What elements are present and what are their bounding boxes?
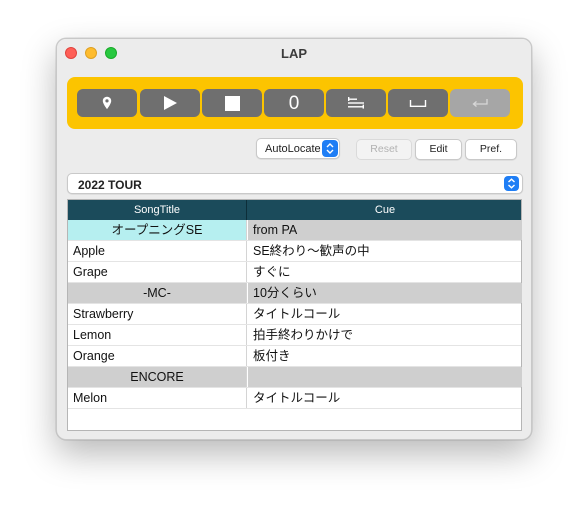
location-pin-icon (102, 96, 112, 110)
space-key-icon (409, 100, 427, 107)
list-icon (348, 97, 364, 109)
transport-bar: 0 (67, 77, 523, 129)
song-title-cell[interactable]: ENCORE (68, 367, 247, 387)
table-row[interactable]: Orange 板付き (68, 346, 521, 367)
stop-button[interactable] (202, 89, 262, 117)
counter-button[interactable]: 0 (264, 89, 324, 117)
table-row[interactable]: ENCORE (68, 367, 522, 388)
column-header-songtitle[interactable]: SongTitle (68, 200, 247, 220)
table-row[interactable]: Strawberry タイトルコール (68, 304, 521, 325)
return-button[interactable] (450, 89, 510, 117)
play-button[interactable] (140, 89, 200, 117)
locate-button[interactable] (77, 89, 137, 117)
table-row[interactable]: -MC- 10分くらい (68, 283, 522, 304)
song-title-cell[interactable]: Grape (68, 262, 247, 282)
song-title-cell[interactable]: Melon (68, 388, 247, 408)
reset-button[interactable]: Reset (356, 139, 412, 160)
counter-display: 0 (288, 92, 300, 114)
title-bar[interactable]: LAP (57, 39, 531, 67)
chevron-updown-icon (504, 176, 519, 191)
table-row[interactable]: Apple SE終わり〜歓声の中 (68, 241, 521, 262)
app-window: LAP 0 AutoLocate Reset Edit Pref. 2022 T… (56, 38, 532, 440)
chevron-updown-icon (322, 140, 338, 157)
tour-selected-label: 2022 TOUR (78, 178, 142, 192)
pref-button[interactable]: Pref. (465, 139, 517, 160)
song-title-cell[interactable]: Apple (68, 241, 247, 261)
cue-cell[interactable]: 板付き (248, 346, 522, 366)
cue-cell[interactable]: タイトルコール (248, 304, 522, 324)
autolocate-popup[interactable]: AutoLocate (256, 138, 340, 159)
play-icon (164, 96, 177, 110)
table-header: SongTitle Cue (68, 200, 521, 220)
song-title-cell[interactable]: オープニングSE (68, 220, 247, 240)
cue-cell[interactable] (248, 367, 522, 387)
cue-cell[interactable]: SE終わり〜歓声の中 (248, 241, 522, 261)
song-title-cell[interactable]: Strawberry (68, 304, 247, 324)
cue-cell[interactable]: タイトルコール (248, 388, 522, 408)
cue-cell[interactable]: from PA (248, 220, 522, 240)
space-button[interactable] (388, 89, 448, 117)
cue-cell[interactable]: 拍手終わりかけで (248, 325, 522, 345)
tour-select[interactable]: 2022 TOUR (67, 173, 523, 194)
table-row[interactable]: Grape すぐに (68, 262, 521, 283)
table-row[interactable]: Melon タイトルコール (68, 388, 521, 409)
song-title-cell[interactable]: Lemon (68, 325, 247, 345)
song-title-cell[interactable]: Orange (68, 346, 247, 366)
window-title: LAP (281, 46, 307, 61)
autolocate-label: AutoLocate (265, 143, 321, 155)
stop-icon (224, 95, 240, 111)
table-body: オープニングSE from PA Apple SE終わり〜歓声の中 Grape すぐに -M… (68, 220, 522, 409)
list-button[interactable] (326, 89, 386, 117)
song-title-cell[interactable]: -MC- (68, 283, 247, 303)
return-key-icon (472, 99, 488, 107)
table-row[interactable]: Lemon 拍手終わりかけで (68, 325, 521, 346)
cue-cell[interactable]: 10分くらい (248, 283, 522, 303)
column-header-cue[interactable]: Cue (248, 200, 522, 220)
edit-button[interactable]: Edit (415, 139, 462, 160)
table-row[interactable]: オープニングSE from PA (68, 220, 522, 241)
setlist-table[interactable]: SongTitle Cue オープニングSE from PA Apple SE終わり〜… (67, 199, 522, 431)
cue-cell[interactable]: すぐに (248, 262, 522, 282)
